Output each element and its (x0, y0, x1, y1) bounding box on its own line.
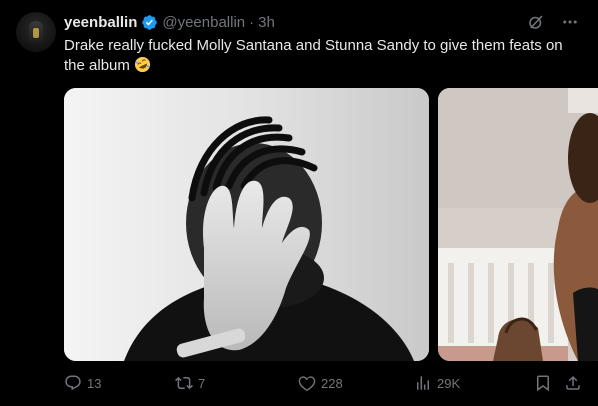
heart-icon (298, 376, 316, 392)
tweet-header: yeenballin @yeenballin · 3h (64, 11, 275, 33)
repost-count: 7 (198, 375, 206, 391)
like-count: 228 (321, 375, 343, 391)
media-photo-2[interactable] (438, 88, 598, 361)
avatar[interactable] (16, 12, 56, 52)
timestamp[interactable]: 3h (258, 14, 275, 31)
avatar-accent (33, 28, 39, 38)
views-chart-icon (417, 376, 429, 390)
bookmark-icon (537, 375, 549, 392)
views-button[interactable]: 29K (414, 372, 460, 394)
more-options-icon[interactable] (560, 12, 580, 32)
bookmark-button[interactable] (534, 372, 552, 394)
reply-button[interactable]: 13 (64, 372, 101, 394)
photo-1-illustration (64, 88, 429, 361)
verified-badge-icon (142, 14, 158, 30)
reply-count: 13 (87, 375, 102, 391)
like-button[interactable]: 228 (298, 372, 343, 394)
media-photo-1[interactable] (64, 88, 429, 361)
tweet-text: Drake really fucked Molly Santana and St… (64, 36, 584, 76)
share-icon (566, 375, 580, 390)
separator-dot: · (249, 13, 255, 31)
media-gallery (64, 88, 598, 361)
repost-icon (175, 376, 193, 390)
photo-2-illustration (438, 88, 598, 361)
rolling-on-floor-laughing-emoji-icon (134, 56, 151, 73)
grok-icon[interactable] (526, 12, 546, 32)
repost-button[interactable]: 7 (175, 372, 205, 394)
handle[interactable]: @yeenballin (162, 14, 245, 31)
display-name[interactable]: yeenballin (64, 14, 137, 31)
views-count: 29K (437, 375, 461, 391)
tweet-top-actions (526, 12, 580, 32)
tweet-action-bar: 13 7 228 29K (64, 372, 584, 394)
reply-icon (65, 375, 81, 391)
share-button[interactable] (564, 372, 582, 394)
